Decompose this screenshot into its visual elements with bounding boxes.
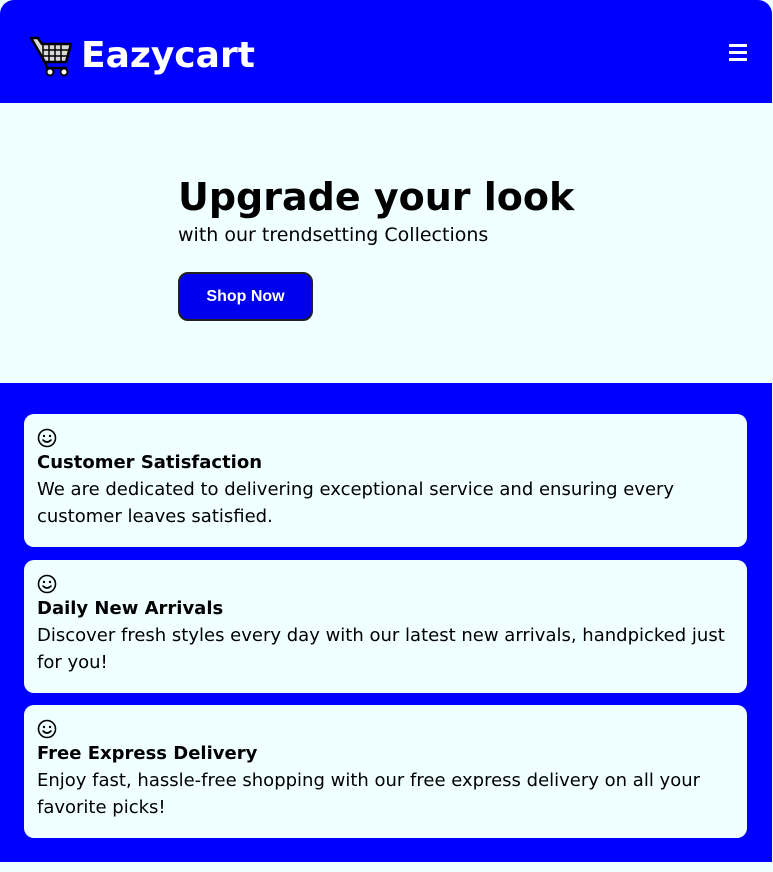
feature-description: Enjoy fast, hassle-free shopping with ou… <box>37 770 701 818</box>
hero-subtitle: with our trendsetting Collections <box>178 224 489 246</box>
site-header: Eazycart <box>0 0 772 103</box>
feature-description: Discover fresh styles every day with our… <box>37 625 725 673</box>
brand-name: Eazycart <box>81 35 255 76</box>
logo[interactable]: Eazycart <box>29 34 255 78</box>
shop-now-button[interactable]: Shop Now <box>178 272 313 321</box>
feature-title: Daily New Arrivals <box>37 598 224 619</box>
smiley-icon <box>37 574 57 594</box>
feature-title: Customer Satisfaction <box>37 452 263 473</box>
hero-section: Upgrade your look with our trendsetting … <box>0 103 773 383</box>
features-section: Customer Satisfaction We are dedicated t… <box>0 383 772 862</box>
feature-description: We are dedicated to delivering exception… <box>37 479 675 527</box>
feature-title: Free Express Delivery <box>37 743 258 764</box>
hamburger-menu-icon[interactable] <box>729 44 747 61</box>
feature-card: Daily New Arrivals Discover fresh styles… <box>24 560 747 693</box>
shopping-cart-icon <box>29 36 73 77</box>
feature-card: Customer Satisfaction We are dedicated t… <box>24 414 747 547</box>
smiley-icon <box>37 428 57 448</box>
smiley-icon <box>37 719 57 739</box>
hero-title: Upgrade your look <box>178 175 575 219</box>
feature-card: Free Express Delivery Enjoy fast, hassle… <box>24 705 747 838</box>
